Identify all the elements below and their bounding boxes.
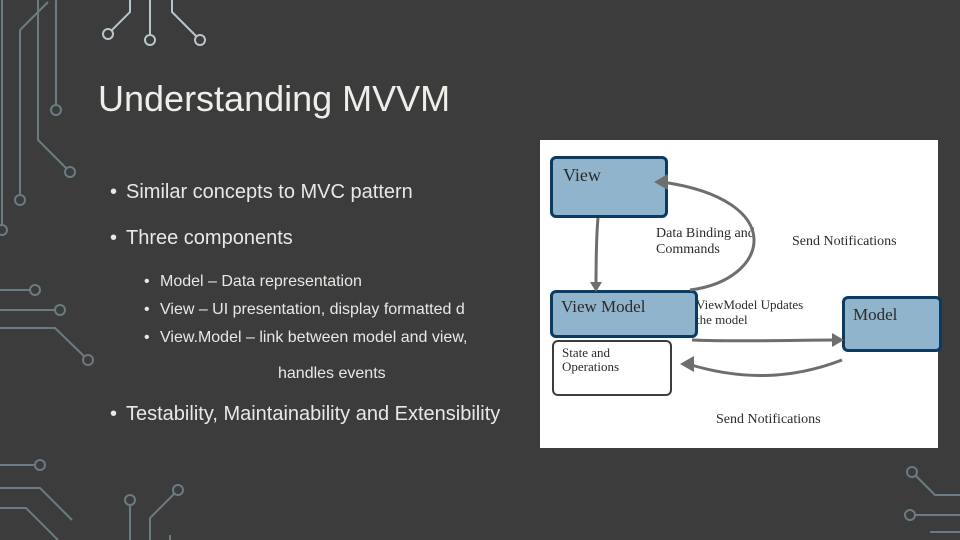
bullet-text: Model – Data representation	[160, 273, 362, 290]
bullet-level2-continuation: handles events	[278, 364, 580, 384]
bullet-level1: Three components	[110, 226, 580, 250]
bullet-text: Testability, Maintainability and Extensi…	[126, 403, 500, 425]
bullet-text: View – UI presentation, display formatte…	[160, 301, 465, 318]
mvvm-diagram: View Data Binding and Commands Send Noti…	[540, 140, 938, 448]
slide-title: Understanding MVVM	[98, 78, 450, 120]
bullet-text: Three components	[126, 227, 293, 249]
bullet-level2: View.Model – link between model and view…	[144, 328, 580, 348]
bullet-level1: Testability, Maintainability and Extensi…	[110, 402, 580, 426]
bullet-level2: Model – Data representation	[144, 272, 580, 292]
slide-body: Similar concepts to MVC pattern Three co…	[110, 180, 580, 448]
diagram-arrows	[540, 140, 938, 448]
bullet-text: handles events	[278, 365, 386, 382]
bullet-level2: View – UI presentation, display formatte…	[144, 300, 580, 320]
bullet-text: View.Model – link between model and view…	[160, 329, 467, 346]
bullet-text: Similar concepts to MVC pattern	[126, 181, 413, 203]
bullet-level1: Similar concepts to MVC pattern	[110, 180, 580, 204]
